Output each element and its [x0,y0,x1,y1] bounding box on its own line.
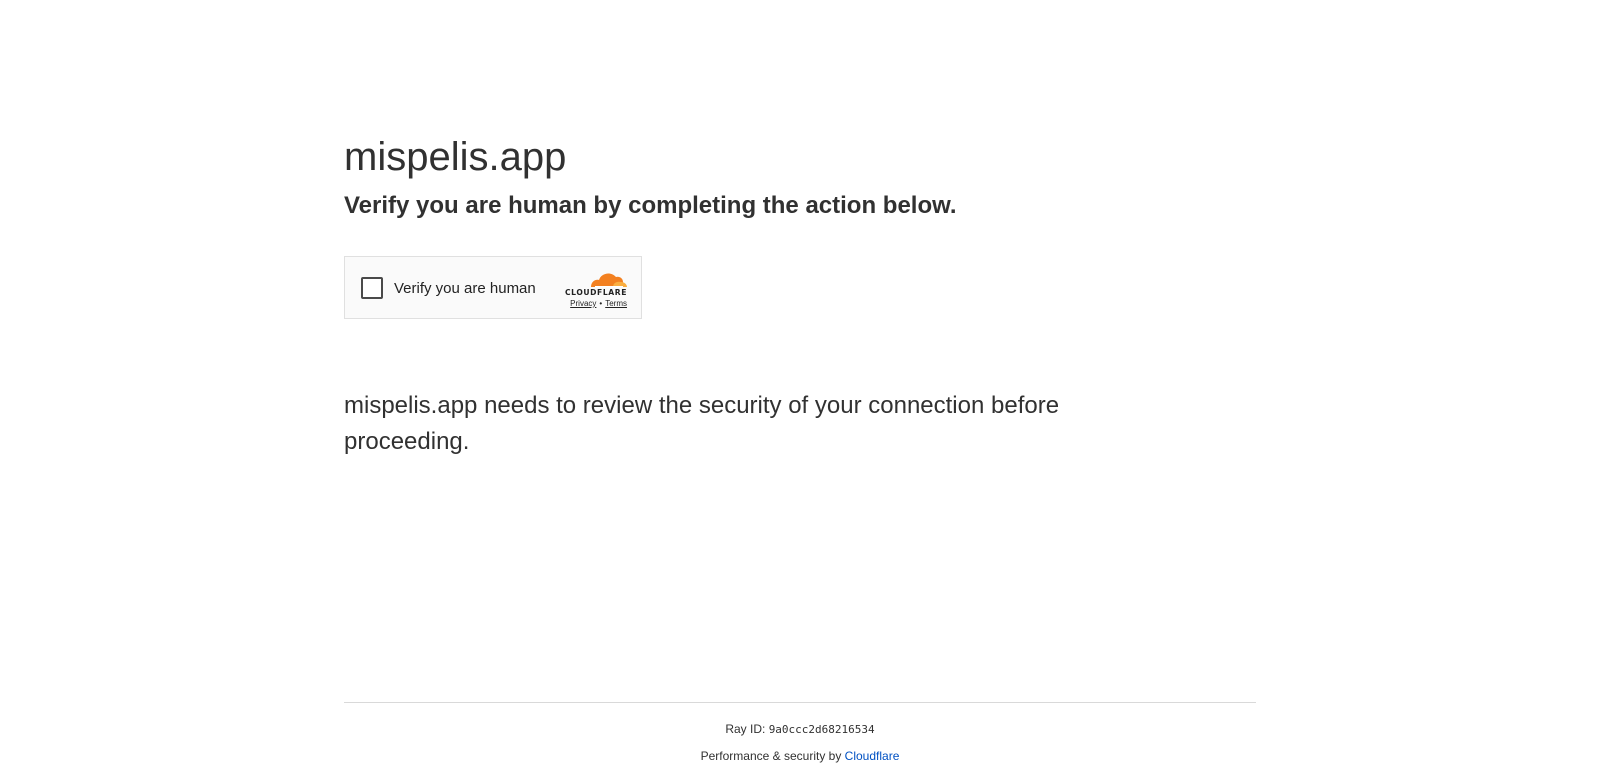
verify-checkbox-text: Verify you are human [394,279,536,297]
verify-checkbox[interactable] [361,277,383,299]
ray-id-label: Ray ID: [725,722,766,736]
page-subtitle: Verify you are human by completing the a… [344,192,957,219]
ray-id-line: Ray ID: 9a0ccc2d68216534 [344,721,1256,738]
widget-links: Privacy • Terms [551,299,627,308]
terms-link[interactable]: Terms [605,299,627,308]
verify-checkbox-label[interactable]: Verify you are human [361,277,536,299]
performance-text: Performance & security by [700,749,842,763]
cloudflare-logo-icon: CLOUDFLARE [565,273,627,297]
page-title: mispelis.app [344,135,567,179]
ray-id-value: 9a0ccc2d68216534 [768,723,875,736]
privacy-link[interactable]: Privacy [570,299,596,308]
link-separator: • [599,299,603,308]
cloudflare-branding: CLOUDFLARE Privacy • Terms [551,267,627,308]
challenge-page: mispelis.app Verify you are human by com… [0,0,1600,780]
cloudflare-link[interactable]: Cloudflare [845,749,900,763]
security-message: mispelis.app needs to review the securit… [344,392,1060,455]
performance-line: Performance & security by Cloudflare [344,748,1256,764]
footer: Ray ID: 9a0ccc2d68216534 Performance & s… [344,702,1256,764]
turnstile-widget: Verify you are human CLOUDFLARE Privacy •… [344,256,642,319]
cloudflare-wordmark: CLOUDFLARE [565,288,627,297]
